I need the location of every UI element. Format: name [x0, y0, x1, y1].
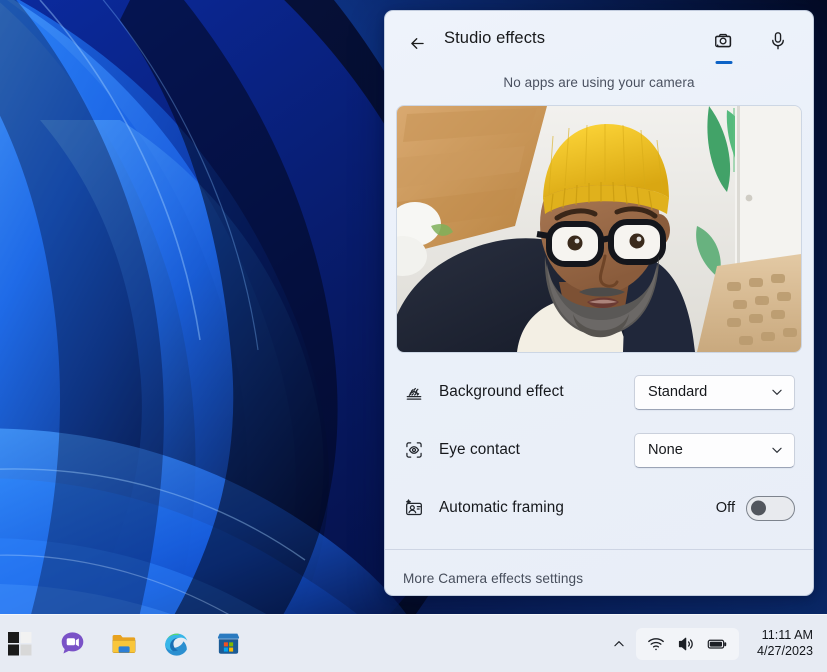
- microsoft-edge-button[interactable]: [158, 626, 194, 662]
- desktop-screen: Studio effects: [0, 0, 827, 672]
- back-button[interactable]: [401, 27, 433, 59]
- windows-logo-icon: [7, 631, 33, 657]
- camera-status-text: No apps are using your camera: [385, 75, 813, 90]
- toggle-knob: [751, 501, 766, 516]
- folder-icon: [110, 630, 138, 658]
- taskbar: 11:11 AM 4/27/2023: [0, 614, 827, 672]
- eye-contact-icon: [399, 438, 429, 462]
- more-camera-effects-settings-link[interactable]: More Camera effects settings: [403, 571, 583, 586]
- chevron-down-icon: [770, 443, 784, 457]
- footer-divider: [385, 549, 813, 550]
- chat-app-button[interactable]: [54, 626, 90, 662]
- taskbar-app-group: [2, 626, 246, 662]
- automatic-framing-icon: [399, 496, 429, 520]
- camera-preview[interactable]: [397, 106, 801, 352]
- quick-settings-button[interactable]: [636, 628, 739, 660]
- row-background-effect[interactable]: Background effect Standard: [385, 363, 813, 421]
- clock-and-date[interactable]: 11:11 AM 4/27/2023: [751, 625, 819, 662]
- arrow-left-icon: [408, 34, 427, 53]
- camera-preview-image: [397, 106, 801, 352]
- page-title: Studio effects: [444, 29, 545, 48]
- row-eye-contact[interactable]: Eye contact None: [385, 421, 813, 479]
- background-effect-icon: [399, 380, 429, 404]
- chat-video-icon: [59, 630, 86, 657]
- tab-camera[interactable]: [707, 24, 741, 58]
- row-label: Background effect: [439, 383, 564, 401]
- taskbar-date: 4/27/2023: [757, 644, 813, 660]
- microphone-icon: [767, 30, 789, 52]
- toggle-state-label: Off: [716, 500, 735, 516]
- device-tab-group: [707, 24, 795, 58]
- chevron-up-icon: [612, 637, 626, 651]
- row-label: Eye contact: [439, 441, 520, 459]
- battery-icon: [707, 635, 728, 653]
- background-effect-dropdown[interactable]: Standard: [634, 375, 795, 410]
- edge-icon: [162, 630, 190, 658]
- row-control: None: [634, 433, 795, 468]
- eye-contact-dropdown[interactable]: None: [634, 433, 795, 468]
- store-icon: [215, 630, 242, 657]
- microsoft-store-button[interactable]: [210, 626, 246, 662]
- file-explorer-button[interactable]: [106, 626, 142, 662]
- row-label: Automatic framing: [439, 499, 564, 517]
- taskbar-time: 11:11 AM: [757, 628, 813, 644]
- active-tab-indicator: [716, 61, 733, 64]
- row-automatic-framing[interactable]: Automatic framing Off: [385, 479, 813, 537]
- show-hidden-icons-button[interactable]: [606, 629, 632, 659]
- camera-icon: [713, 30, 735, 52]
- chevron-down-icon: [770, 385, 784, 399]
- volume-icon: [677, 635, 695, 653]
- wifi-icon: [647, 635, 665, 653]
- studio-effects-flyout: Studio effects: [384, 10, 814, 596]
- tab-microphone[interactable]: [761, 24, 795, 58]
- panel-header: Studio effects: [385, 11, 813, 73]
- dropdown-value: Standard: [648, 384, 707, 400]
- row-control: Standard: [634, 375, 795, 410]
- dropdown-value: None: [648, 442, 683, 458]
- automatic-framing-toggle[interactable]: [746, 496, 795, 521]
- row-control: Off: [716, 496, 795, 521]
- system-tray: 11:11 AM 4/27/2023: [606, 625, 819, 662]
- start-button[interactable]: [2, 626, 38, 662]
- settings-rows: Background effect Standard: [385, 363, 813, 537]
